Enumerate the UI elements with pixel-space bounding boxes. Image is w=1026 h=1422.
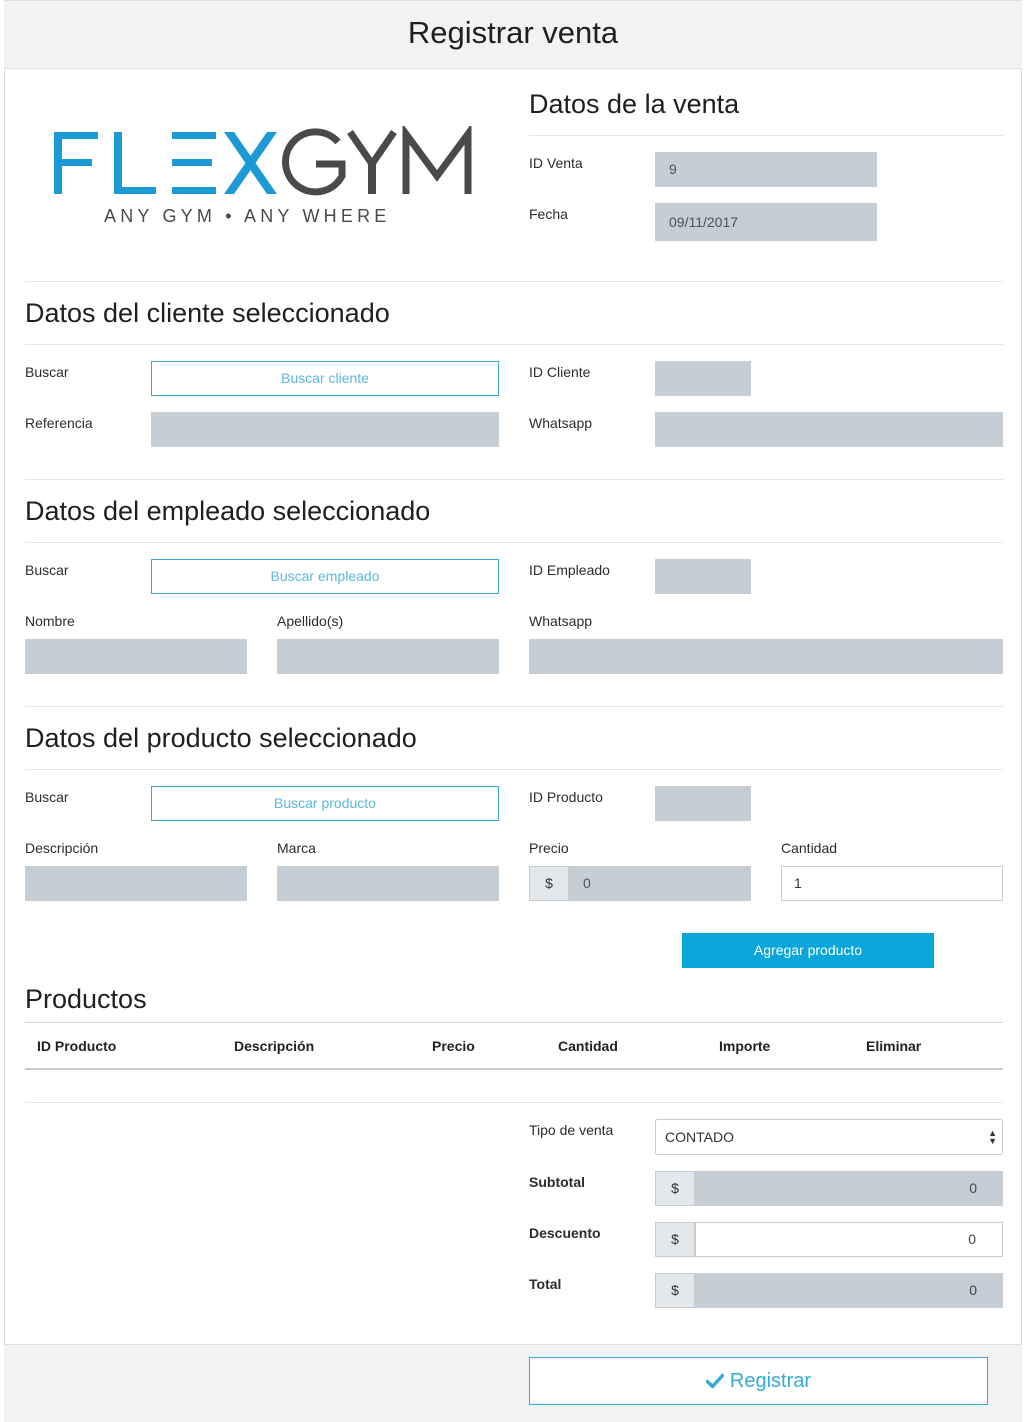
cliente-whatsapp-label: Whatsapp [529, 415, 593, 431]
apellido-field[interactable] [277, 639, 499, 674]
nombre-label: Nombre [25, 613, 75, 629]
cliente-section-title: Datos del cliente seleccionado [25, 298, 390, 328]
logo-tagline: ANY GYM • ANY WHERE [104, 206, 391, 226]
subtotal-currency-addon: $ [655, 1171, 695, 1206]
producto-buscar-label: Buscar [25, 789, 69, 805]
productos-section-title: Productos [25, 984, 147, 1014]
cantidad-input[interactable]: 1 [781, 866, 1003, 901]
tipo-venta-select[interactable]: CONTADO ▲ ▼ [655, 1119, 1003, 1155]
descripcion-field[interactable] [25, 866, 247, 901]
select-arrows-icon: ▲ ▼ [988, 1128, 997, 1146]
subtotal-field[interactable]: 0 [695, 1171, 1003, 1206]
cantidad-label: Cantidad [781, 840, 838, 856]
marca-label: Marca [277, 840, 316, 856]
apellido-label: Apellido(s) [277, 613, 344, 629]
descripcion-label: Descripción [25, 840, 99, 856]
registrar-label: Registrar [729, 1370, 812, 1392]
divider [25, 706, 1003, 707]
descuento-currency-addon: $ [655, 1222, 695, 1257]
id-producto-field[interactable] [655, 786, 751, 821]
col-precio: Precio [432, 1038, 475, 1054]
id-cliente-label: ID Cliente [529, 364, 591, 380]
col-eliminar: Eliminar [866, 1038, 922, 1054]
precio-field[interactable]: 0 [569, 866, 751, 901]
check-icon [705, 1360, 725, 1406]
referencia-field[interactable] [151, 412, 499, 447]
page-title: Registrar venta [407, 15, 619, 50]
id-empleado-label: ID Empleado [529, 562, 610, 578]
agregar-producto-button[interactable]: Agregar producto [682, 933, 934, 968]
divider [25, 769, 1003, 770]
id-venta-field[interactable]: 9 [655, 152, 877, 187]
empleado-section-title: Datos del empleado seleccionado [25, 496, 431, 526]
id-cliente-field[interactable] [655, 361, 751, 396]
divider [25, 281, 1003, 282]
col-id-producto: ID Producto [37, 1038, 117, 1054]
total-label: Total [529, 1276, 562, 1292]
table-top-border [25, 1022, 1003, 1023]
total-currency-addon: $ [655, 1273, 695, 1308]
table-header-border [25, 1068, 1003, 1070]
producto-section-title: Datos del producto seleccionado [25, 723, 417, 753]
divider [25, 1102, 1003, 1103]
col-cantidad: Cantidad [558, 1038, 618, 1054]
precio-label: Precio [529, 840, 569, 856]
page-header: Registrar venta [4, 0, 1022, 69]
descuento-input[interactable]: 0 [695, 1222, 1003, 1257]
venta-section-title: Datos de la venta [529, 89, 740, 119]
subtotal-label: Subtotal [529, 1174, 585, 1190]
precio-currency-addon: $ [529, 866, 569, 901]
tipo-venta-label: Tipo de venta [529, 1122, 614, 1138]
divider [25, 542, 1003, 543]
buscar-cliente-button[interactable]: Buscar cliente [151, 361, 499, 396]
col-descripcion: Descripción [234, 1038, 315, 1054]
divider [25, 479, 1003, 480]
cliente-whatsapp-field[interactable] [655, 412, 1003, 447]
empleado-buscar-label: Buscar [25, 562, 69, 578]
buscar-empleado-button[interactable]: Buscar empleado [151, 559, 499, 594]
fecha-field[interactable]: 09/11/2017 [655, 203, 877, 241]
total-field[interactable]: 0 [695, 1273, 1003, 1308]
descuento-label: Descuento [529, 1225, 601, 1241]
id-producto-label: ID Producto [529, 789, 603, 805]
col-importe: Importe [719, 1038, 771, 1054]
divider [529, 135, 1003, 136]
nombre-field[interactable] [25, 639, 247, 674]
flexgym-logo: ANY GYM • ANY WHERE [52, 123, 482, 236]
registrar-button[interactable]: Registrar [529, 1357, 988, 1405]
marca-field[interactable] [277, 866, 499, 901]
buscar-producto-button[interactable]: Buscar producto [151, 786, 499, 821]
id-empleado-field[interactable] [655, 559, 751, 594]
id-venta-label: ID Venta [529, 155, 583, 171]
fecha-label: Fecha [529, 206, 568, 222]
divider [25, 344, 1003, 345]
tipo-venta-value: CONTADO [665, 1129, 734, 1145]
empleado-whatsapp-label: Whatsapp [529, 613, 593, 629]
empleado-whatsapp-field[interactable] [529, 639, 1003, 674]
cliente-buscar-label: Buscar [25, 364, 69, 380]
referencia-label: Referencia [25, 415, 93, 431]
